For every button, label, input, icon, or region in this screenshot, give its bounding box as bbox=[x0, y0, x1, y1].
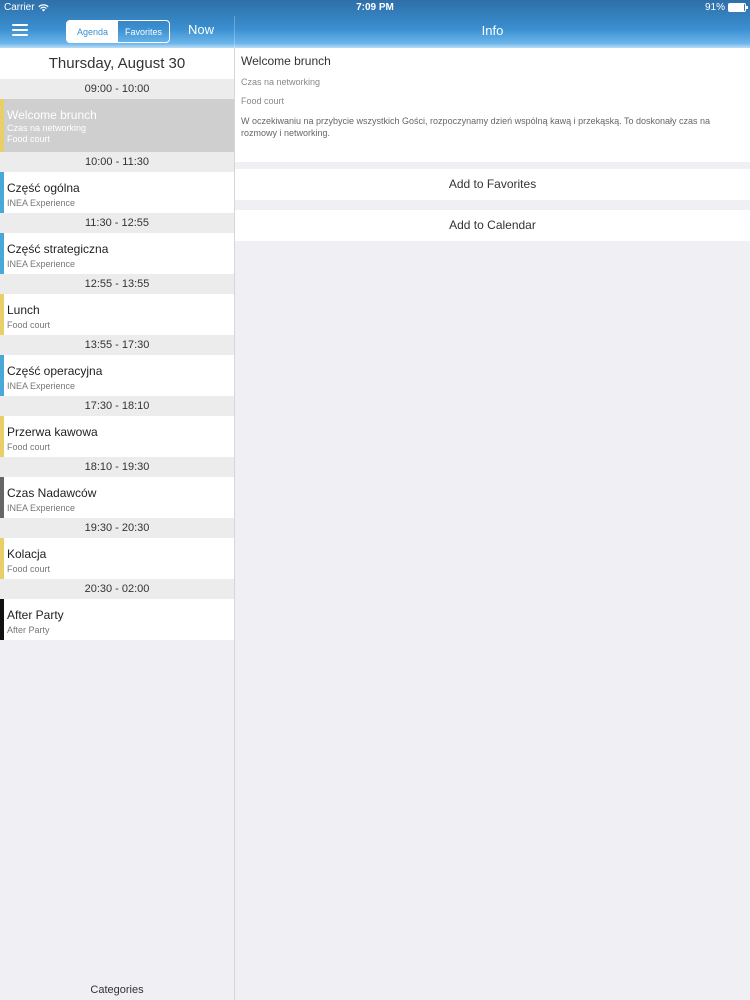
event-title: Część ogólna bbox=[7, 181, 80, 195]
detail-subtitle: Czas na networking bbox=[241, 77, 321, 87]
category-color-bar bbox=[0, 172, 4, 213]
info-panel: Welcome brunch Czas na networking Food c… bbox=[235, 48, 750, 1000]
category-color-bar bbox=[0, 99, 4, 152]
categories-button[interactable]: Categories bbox=[0, 984, 234, 996]
view-segmented-control: Agenda Favorites bbox=[66, 20, 170, 43]
clock: 7:09 PM bbox=[356, 2, 394, 13]
event-subtitle: Food court bbox=[7, 564, 51, 574]
battery-icon bbox=[728, 3, 748, 12]
detail-description: W oczekiwaniu na przybycie wszystkich Go… bbox=[241, 116, 711, 138]
event-lunch[interactable]: Lunch Food court bbox=[0, 294, 234, 335]
category-color-bar bbox=[0, 233, 4, 274]
event-title: Część strategiczna bbox=[7, 242, 109, 256]
time-slot-header: 09:00 - 10:00 bbox=[0, 79, 234, 99]
event-przerwa-kawowa[interactable]: Przerwa kawowa Food court bbox=[0, 416, 234, 457]
category-color-bar bbox=[0, 416, 4, 457]
event-subtitle: After Party bbox=[7, 625, 50, 635]
event-title: Kolacja bbox=[7, 547, 47, 561]
time-slot-header: 18:10 - 19:30 bbox=[0, 457, 234, 477]
time-slot-header: 11:30 - 12:55 bbox=[0, 213, 234, 233]
event-subtitle: INEA Experience bbox=[7, 259, 76, 269]
event-czesc-ogolna[interactable]: Część ogólna INEA Experience bbox=[0, 172, 234, 213]
info-title: Info bbox=[481, 23, 504, 38]
now-button[interactable]: Now bbox=[188, 22, 214, 37]
event-kolacja[interactable]: Kolacja Food court bbox=[0, 538, 234, 579]
event-after-party[interactable]: After Party After Party bbox=[0, 599, 234, 640]
date-header: Thursday, August 30 bbox=[0, 48, 234, 79]
time-slot-header: 19:30 - 20:30 bbox=[0, 518, 234, 538]
category-color-bar bbox=[0, 538, 4, 579]
event-title: Welcome brunch bbox=[7, 108, 97, 122]
category-color-bar bbox=[0, 355, 4, 396]
event-czas-nadawcow[interactable]: Czas Nadawców INEA Experience bbox=[0, 477, 234, 518]
event-subtitle: Food court bbox=[7, 320, 51, 330]
event-title: Część operacyjna bbox=[7, 364, 103, 378]
category-color-bar bbox=[0, 599, 4, 640]
time-slot-header: 10:00 - 11:30 bbox=[0, 152, 234, 172]
detail-title: Welcome brunch bbox=[241, 54, 331, 68]
event-czesc-strategiczna[interactable]: Część strategiczna INEA Experience bbox=[0, 233, 234, 274]
category-color-bar bbox=[0, 294, 4, 335]
tab-agenda[interactable]: Agenda bbox=[67, 21, 118, 42]
event-subtitle: Czas na networking bbox=[7, 123, 87, 133]
event-subtitle: INEA Experience bbox=[7, 381, 76, 391]
event-czesc-operacyjna[interactable]: Część operacyjna INEA Experience bbox=[0, 355, 234, 396]
time-slot-header: 17:30 - 18:10 bbox=[0, 396, 234, 416]
add-to-calendar-button[interactable]: Add to Calendar bbox=[235, 210, 750, 241]
battery-area: 91% bbox=[704, 2, 748, 13]
agenda-panel: Thursday, August 30 09:00 - 10:00 Welcom… bbox=[0, 48, 235, 1000]
status-bar: Carrier 7:09 PM 91% bbox=[0, 0, 750, 16]
tab-favorites[interactable]: Favorites bbox=[118, 21, 169, 42]
time-slot-header: 13:55 - 17:30 bbox=[0, 335, 234, 355]
event-subtitle: INEA Experience bbox=[7, 503, 76, 513]
category-color-bar bbox=[0, 477, 4, 518]
event-subtitle: INEA Experience bbox=[7, 198, 76, 208]
hamburger-menu-icon[interactable] bbox=[12, 24, 28, 36]
battery-percent: 91% bbox=[704, 2, 725, 13]
event-title: Lunch bbox=[7, 303, 40, 317]
event-welcome-brunch[interactable]: Welcome brunch Czas na networking Food c… bbox=[0, 99, 234, 152]
event-location: Food court bbox=[7, 134, 51, 144]
event-title: After Party bbox=[7, 608, 64, 622]
detail-location: Food court bbox=[241, 96, 285, 106]
event-subtitle: Food court bbox=[7, 442, 51, 452]
event-title: Czas Nadawców bbox=[7, 486, 97, 500]
time-slot-header: 20:30 - 02:00 bbox=[0, 579, 234, 599]
add-to-favorites-button[interactable]: Add to Favorites bbox=[235, 169, 750, 200]
event-details: Welcome brunch Czas na networking Food c… bbox=[235, 48, 750, 162]
time-slot-header: 12:55 - 13:55 bbox=[0, 274, 234, 294]
event-title: Przerwa kawowa bbox=[7, 425, 98, 439]
